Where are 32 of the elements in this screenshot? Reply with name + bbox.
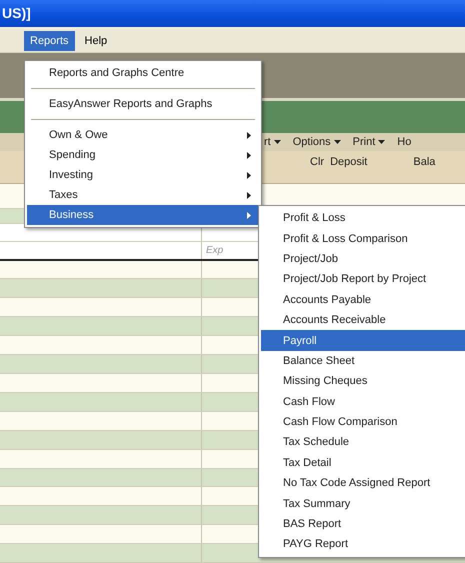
- menu-item[interactable]: Spending: [27, 145, 259, 165]
- window-title: US)]: [2, 5, 31, 22]
- column-title: Clr: [310, 156, 324, 168]
- toolbar-menu[interactable]: Ho: [397, 136, 412, 148]
- menu-item[interactable]: Payroll: [261, 330, 465, 351]
- menu-item[interactable]: Project/Job: [261, 248, 465, 270]
- menu-item[interactable]: PAYG Report: [261, 534, 465, 555]
- toolbar-menu[interactable]: Print: [352, 136, 386, 148]
- menu-item[interactable]: EasyAnswer Reports and Graphs: [27, 94, 259, 114]
- memo-hint: Exp: [205, 244, 224, 256]
- menu-item[interactable]: No Tax Code Assigned Report: [261, 473, 465, 494]
- menu-bar-item[interactable]: Help: [78, 30, 114, 50]
- menu-item[interactable]: Accounts Receivable: [261, 310, 465, 330]
- menu-bar-item[interactable]: Reports: [24, 30, 75, 50]
- menu-item[interactable]: Tax Summary: [261, 493, 465, 514]
- column-title: Deposit: [330, 156, 368, 168]
- menu-item[interactable]: Business: [27, 205, 259, 225]
- menu-item[interactable]: Tax Schedule: [261, 432, 465, 453]
- menu-item[interactable]: Missing Cheques: [261, 371, 465, 392]
- menu-item[interactable]: Accounts Payable: [261, 290, 465, 310]
- menu-item[interactable]: Balance Sheet: [261, 350, 465, 372]
- menu-item[interactable]: BAS Report: [261, 514, 465, 534]
- menu-item[interactable]: Tax Detail: [261, 452, 465, 474]
- menu-item[interactable]: Profit & Loss: [261, 208, 465, 228]
- menu-item[interactable]: Profit & Loss Comparison: [261, 228, 465, 249]
- menu-item[interactable]: Project/Job Report by Project: [261, 269, 465, 290]
- column-title: Bala: [413, 156, 436, 168]
- toolbar-menu[interactable]: Options: [292, 136, 341, 148]
- menu-item[interactable]: Own & Owe: [27, 125, 259, 145]
- toolbar-menu[interactable]: rt: [264, 136, 281, 148]
- menu-item[interactable]: Investing: [27, 165, 259, 185]
- menu-item[interactable]: Reports and Graphs Centre: [27, 63, 259, 83]
